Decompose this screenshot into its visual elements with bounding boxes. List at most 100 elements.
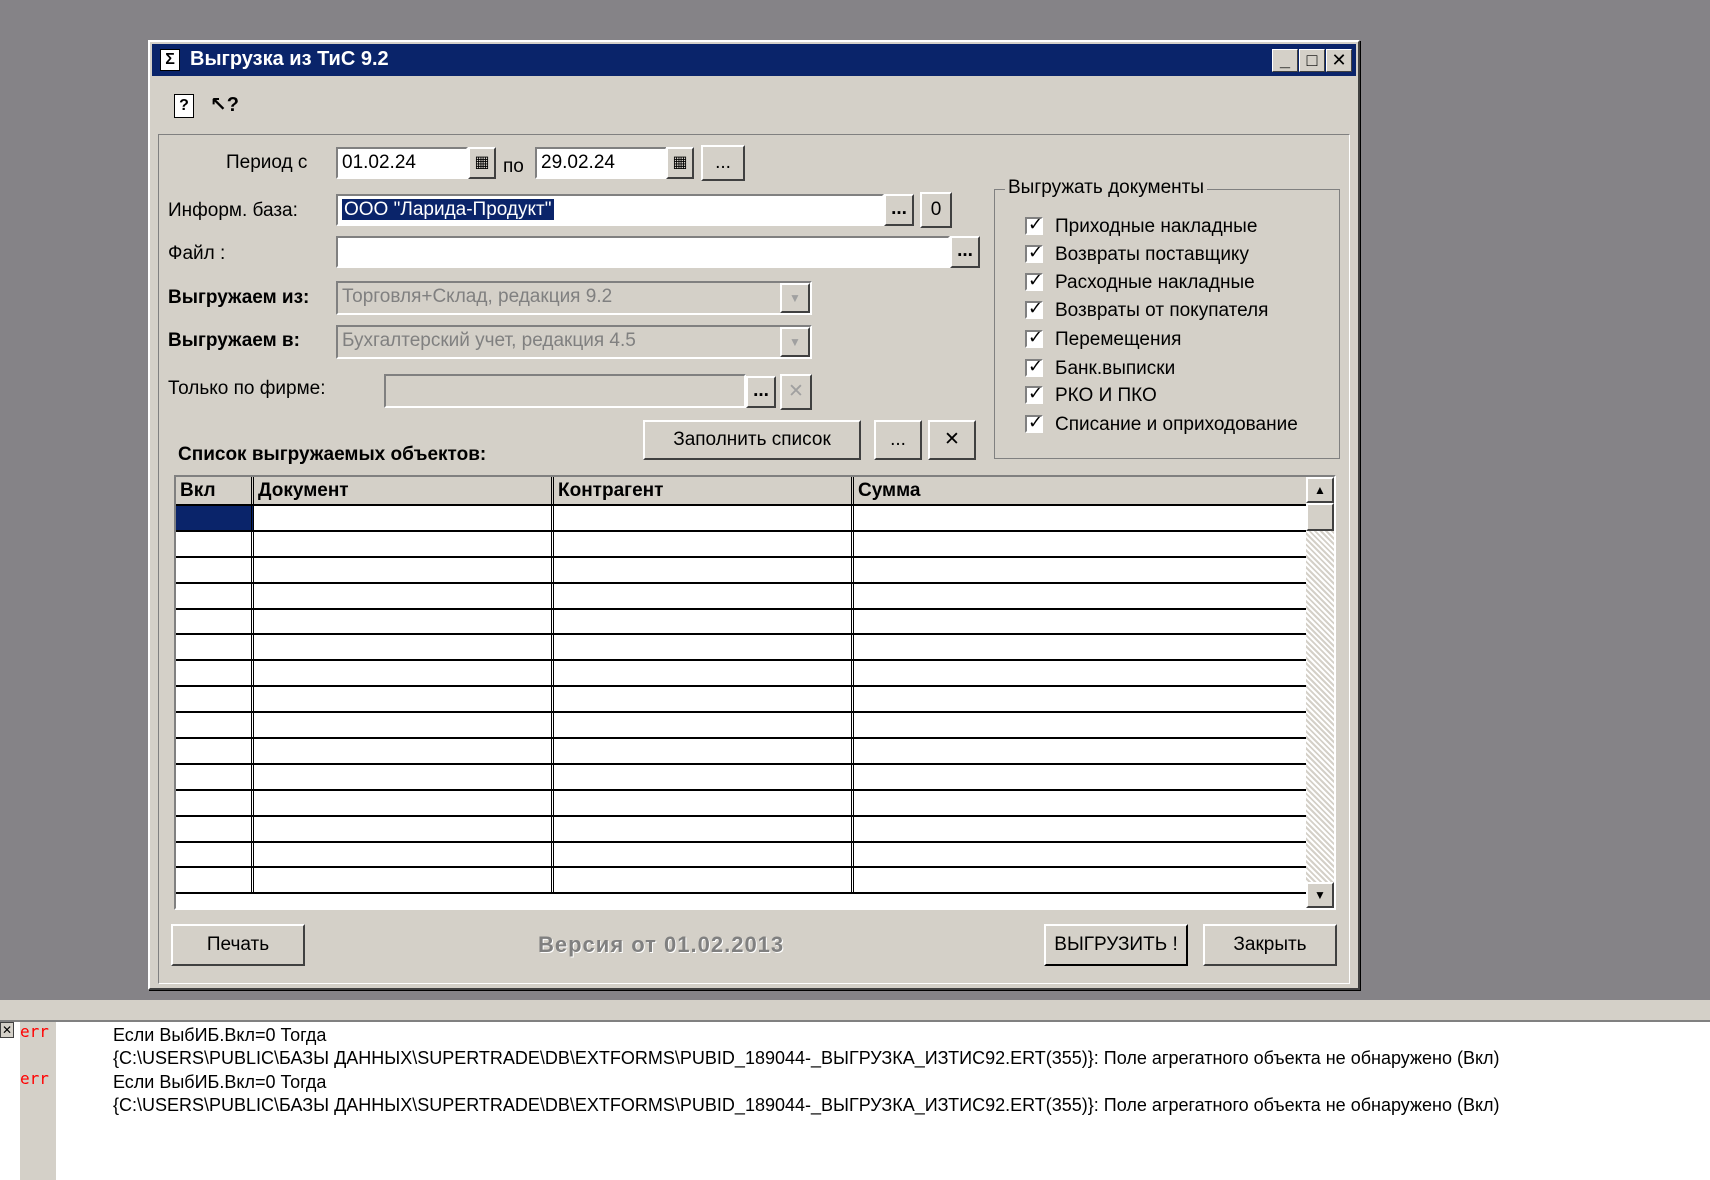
table-row[interactable] [176,506,1306,532]
minimize-button[interactable]: _ [1272,49,1298,72]
table-cell[interactable] [554,506,854,530]
checkbox-icon[interactable] [1025,242,1043,263]
print-button[interactable]: Печать [171,924,305,966]
scroll-down-icon[interactable]: ▼ [1306,882,1334,908]
table-cell[interactable] [254,506,554,530]
table-cell[interactable] [554,764,854,789]
table-cell[interactable] [854,843,1306,867]
checkbox-writeoff-posting[interactable]: Списание и оприходование [1025,412,1298,436]
checkbox-bank-statements[interactable]: Банк.выписки [1025,356,1175,380]
table-cell[interactable] [854,532,1306,556]
table-cell[interactable] [176,713,254,738]
table-cell[interactable] [254,868,554,893]
table-cell[interactable] [854,635,1306,659]
calendar-from-icon[interactable]: ▦ [468,147,496,179]
table-cell[interactable] [554,790,854,815]
table-row[interactable] [176,713,1306,740]
table-row[interactable] [176,739,1306,765]
table-cell[interactable] [176,506,254,530]
table-body[interactable] [176,506,1306,895]
export-button[interactable]: ВЫГРУЗИТЬ ! [1044,924,1188,966]
table-cell[interactable] [176,739,254,763]
table-cell[interactable] [254,635,554,660]
firm-select-button[interactable]: ... [746,376,776,408]
table-cell[interactable] [554,816,854,841]
table-cell[interactable] [554,687,854,712]
column-header-document[interactable]: Документ [254,477,554,504]
checkbox-cash-orders[interactable]: РКО И ПКО [1025,383,1157,407]
table-cell[interactable] [554,583,854,608]
table-cell[interactable] [176,635,254,660]
table-cell[interactable] [854,506,1306,530]
fill-list-button[interactable]: Заполнить список [643,420,861,460]
vertical-scrollbar[interactable]: ▲ ▼ [1306,477,1334,908]
table-row[interactable] [176,816,1306,843]
table-cell[interactable] [254,764,554,789]
table-row[interactable] [176,842,1306,869]
infobase-clear-button[interactable]: 0 [920,192,952,228]
table-cell[interactable] [176,764,254,789]
checkbox-icon[interactable] [1025,412,1043,433]
table-cell[interactable] [254,557,554,582]
table-row[interactable] [176,609,1306,636]
list-clear-button[interactable]: ✕ [928,420,976,460]
table-row[interactable] [176,868,1306,895]
infobase-input[interactable]: ООО "Ларида-Продукт" [336,194,884,226]
calendar-to-icon[interactable]: ▦ [666,147,694,179]
table-cell[interactable] [176,687,254,712]
table-cell[interactable] [554,868,854,893]
table-row[interactable] [176,790,1306,817]
table-cell[interactable] [176,790,254,815]
table-cell[interactable] [176,842,254,867]
table-cell[interactable] [254,687,554,712]
checkbox-icon[interactable] [1025,383,1043,404]
table-cell[interactable] [554,531,854,556]
table-cell[interactable] [554,609,854,634]
column-header-counterparty[interactable]: Контрагент [554,477,854,504]
maximize-button[interactable]: □ [1299,49,1325,72]
checkbox-icon[interactable] [1025,270,1043,291]
table-cell[interactable] [254,531,554,556]
checkbox-icon[interactable] [1025,298,1043,319]
objects-table[interactable]: Вкл Документ Контрагент Сумма ▲ ▼ [174,475,1336,910]
export-from-select[interactable]: Торговля+Склад, редакция 9.2 [336,281,812,315]
table-cell[interactable] [254,816,554,841]
whatsthis-icon[interactable]: ↖? [210,92,239,117]
firm-input[interactable] [384,374,746,408]
scroll-up-icon[interactable]: ▲ [1306,477,1334,503]
title-bar[interactable]: Σ Выгрузка из ТиС 9.2 _ □ ✕ [152,44,1356,76]
table-cell[interactable] [176,661,254,686]
checkbox-icon[interactable] [1025,356,1043,377]
checkbox-incoming-invoices[interactable]: Приходные накладные [1025,214,1257,238]
table-row[interactable] [176,764,1306,791]
chevron-down-icon[interactable]: ▼ [780,283,810,313]
table-row[interactable] [176,661,1306,688]
table-cell[interactable] [176,531,254,556]
table-cell[interactable] [554,557,854,582]
table-cell[interactable] [854,584,1306,608]
table-cell[interactable] [176,609,254,634]
table-cell[interactable] [254,661,554,686]
scroll-thumb[interactable] [1306,503,1334,531]
table-cell[interactable] [176,557,254,582]
close-button[interactable]: Закрыть [1203,924,1337,966]
table-cell[interactable] [554,713,854,738]
table-cell[interactable] [554,842,854,867]
help-icon[interactable]: ? [174,94,194,118]
period-from-input[interactable]: 01.02.24 [336,147,468,179]
table-row[interactable] [176,635,1306,662]
table-cell[interactable] [254,713,554,738]
table-cell[interactable] [854,868,1306,892]
table-cell[interactable] [854,739,1306,763]
chevron-down-icon[interactable]: ▼ [780,327,810,357]
table-cell[interactable] [254,842,554,867]
table-cell[interactable] [554,739,854,763]
export-to-select[interactable]: Бухгалтерский учет, редакция 4.5 [336,325,812,359]
table-cell[interactable] [554,661,854,686]
table-row[interactable] [176,687,1306,714]
column-header-sum[interactable]: Сумма [854,477,1306,504]
file-input[interactable] [336,236,950,268]
period-to-input[interactable]: 29.02.24 [535,147,667,179]
checkbox-transfers[interactable]: Перемещения [1025,327,1181,351]
table-row[interactable] [176,583,1306,610]
